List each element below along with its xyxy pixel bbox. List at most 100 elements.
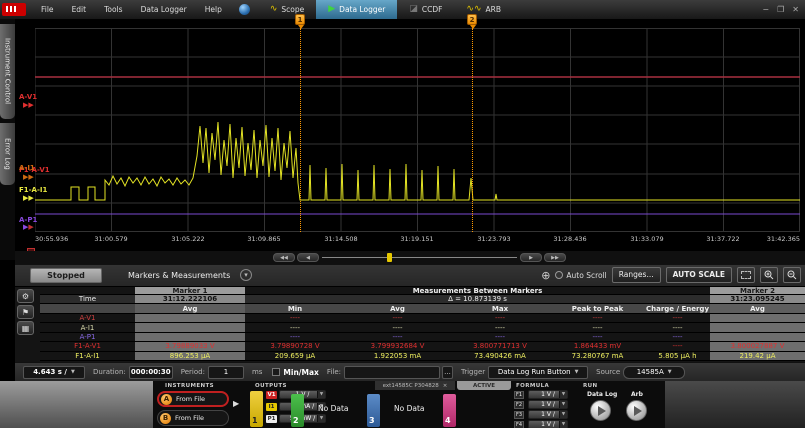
period-field[interactable]: 1 xyxy=(208,366,244,379)
auto-scroll-toggle[interactable]: Auto Scroll xyxy=(555,271,606,280)
close-button[interactable]: ✕ xyxy=(792,5,799,14)
pan-prev-button[interactable]: ◀ xyxy=(297,253,319,262)
datalog-file-tab[interactable]: ext14585C P304828 × xyxy=(375,381,455,390)
tab-arb[interactable]: ∿∿ ARB xyxy=(454,0,513,19)
marker2-handle[interactable]: 2 xyxy=(467,14,477,25)
zoom-box-button[interactable] xyxy=(737,267,755,283)
trace-label-a-i1[interactable]: A-I1 xyxy=(19,164,35,172)
pan-last-button[interactable]: ▶▶ xyxy=(544,253,566,262)
time-label: Time xyxy=(40,295,135,303)
menu-edit[interactable]: Edit xyxy=(63,5,96,14)
minmax-checkbox[interactable] xyxy=(272,368,280,376)
trace-label-f1-a-i1[interactable]: F1-A-I1 xyxy=(19,186,47,194)
table-row-f1-a-v1[interactable]: F1-A-V1 3.79889033 V 3.79890728 V 3.7999… xyxy=(40,342,805,351)
f1-a-i1-pointer-icon[interactable]: ▶▶ xyxy=(23,195,34,202)
formula-f4-dropdown[interactable]: 1 V /▼ xyxy=(528,420,568,428)
duration-field[interactable]: 000:00:30 xyxy=(129,366,173,379)
formula-f4-badge[interactable]: F4 xyxy=(514,421,524,428)
expand-arrow-icon[interactable]: ▶ xyxy=(233,399,239,408)
formula-f2-dropdown[interactable]: 1 V /▼ xyxy=(528,400,568,409)
tab-scope-label: Scope xyxy=(281,5,304,14)
instrument-a-button[interactable]: A From File xyxy=(157,391,229,407)
benchvue-icon[interactable] xyxy=(239,4,250,15)
trace-label-a-v1[interactable]: A-V1 xyxy=(19,93,37,101)
tab-ccdf[interactable]: ◪ CCDF xyxy=(397,0,454,19)
datalog-run-label: Data Log xyxy=(587,391,617,398)
menu-tools[interactable]: Tools xyxy=(95,5,131,14)
source-dropdown[interactable]: 14585A▼ xyxy=(623,366,685,379)
chevron-down-icon: ▼ xyxy=(317,415,325,422)
chevron-down-icon[interactable]: ▾ xyxy=(240,269,252,281)
marker2-line[interactable] xyxy=(472,28,473,232)
sidebar-tab-error-log[interactable]: Error Log xyxy=(0,123,15,185)
row-name: F1-A-V1 xyxy=(40,342,135,350)
formula-f2-badge[interactable]: F2 xyxy=(514,401,524,409)
timebase-dropdown[interactable]: 4.643 s /▼ xyxy=(23,366,85,379)
zoom-out-button[interactable] xyxy=(783,267,801,283)
formula-f1-badge[interactable]: F1 xyxy=(514,391,524,399)
channel2-status: No Data xyxy=(318,404,349,413)
cell-charge: ---- xyxy=(645,323,710,331)
active-tab[interactable]: ACTIVE xyxy=(457,381,511,390)
cell-charge: 5.805 µA h xyxy=(645,352,710,360)
plot-region[interactable]: 1 2 xyxy=(35,28,800,232)
marker1-line[interactable] xyxy=(300,28,301,232)
table-row-a-i1[interactable]: A-I1 ---- ---- ---- ---- ---- xyxy=(40,323,805,332)
menu-data-logger[interactable]: Data Logger xyxy=(132,5,196,14)
keysight-logo-icon xyxy=(2,3,26,16)
pan-thumb[interactable] xyxy=(387,253,392,262)
maximize-button[interactable]: ❐ xyxy=(777,5,784,14)
x-tick: 31:00.579 xyxy=(94,235,127,243)
markers-icon[interactable]: ⚑ xyxy=(17,305,34,319)
crosshair-icon[interactable]: ⊕ xyxy=(541,269,550,282)
auto-scale-button[interactable]: AUTO SCALE xyxy=(666,267,732,283)
datalog-play-button[interactable] xyxy=(590,400,611,421)
instrument-b-button[interactable]: B From File xyxy=(157,410,229,426)
pan-first-button[interactable]: ◀◀ xyxy=(273,253,295,262)
stopped-button[interactable]: Stopped xyxy=(30,268,102,283)
cell-m1 xyxy=(135,314,245,322)
tab-scope[interactable]: ∿ Scope xyxy=(258,0,316,19)
zoom-in-button[interactable] xyxy=(760,267,778,283)
duration-label: Duration: xyxy=(93,368,126,376)
a-p1-pointer-icon[interactable]: ▶▶ xyxy=(23,224,34,231)
instrument-b-badge: B xyxy=(160,413,171,424)
formula-f3-badge[interactable]: F3 xyxy=(514,411,524,419)
chevron-down-icon: ▼ xyxy=(559,401,567,408)
chevron-down-icon: ▼ xyxy=(668,369,672,375)
marker1-avg-header: Avg xyxy=(135,304,245,313)
minimize-button[interactable]: − xyxy=(762,5,769,14)
sidebar-tab-instrument-control[interactable]: Instrument Control xyxy=(0,24,15,119)
measurements-table: Marker 1 Measurements Between Markers Ma… xyxy=(40,287,805,362)
trigger-dropdown[interactable]: Data Log Run Button▼ xyxy=(488,366,588,379)
table-row-f1-a-i1[interactable]: F1-A-I1 896.253 µA 209.659 µA 1.922053 m… xyxy=(40,352,805,361)
formula-f1-dropdown[interactable]: 1 V /▼ xyxy=(528,390,568,399)
table-row-a-p1[interactable]: A-P1 ---- ---- ---- ---- ---- xyxy=(40,333,805,342)
close-icon[interactable]: × xyxy=(443,383,448,389)
cell-m1 xyxy=(135,333,245,341)
source-label: Source xyxy=(596,368,620,376)
channel4-number: 4 xyxy=(445,416,451,425)
menu-help[interactable]: Help xyxy=(196,5,231,14)
a-i1-pointer-icon[interactable]: ▶▶ xyxy=(23,174,34,181)
grid-view-icon[interactable]: ▦ xyxy=(17,321,34,335)
arb-play-button[interactable] xyxy=(626,400,647,421)
tab-data-logger[interactable]: ▶ Data Logger xyxy=(316,0,397,19)
channel1-v-badge: V1 xyxy=(266,391,277,399)
menu-file[interactable]: File xyxy=(32,5,63,14)
marker1-handle[interactable]: 1 xyxy=(295,14,305,25)
browse-button[interactable]: ... xyxy=(442,366,453,379)
play-icon: ▶ xyxy=(328,5,335,14)
pan-track[interactable] xyxy=(322,257,517,258)
a-v1-pointer-icon[interactable]: ▶▶ xyxy=(23,102,34,109)
pan-next-button[interactable]: ▶ xyxy=(520,253,542,262)
tab-arb-label: ARB xyxy=(486,5,502,14)
tools-icon[interactable]: ⚙ xyxy=(17,289,34,303)
table-row-a-v1[interactable]: A-V1 ---- ---- ---- ---- ---- xyxy=(40,314,805,323)
arb-run-label: Arb xyxy=(631,391,643,398)
formula-f3-dropdown[interactable]: 1 V /▼ xyxy=(528,410,568,419)
ranges-button[interactable]: Ranges... xyxy=(612,267,661,283)
formula-f3-value: 1 V / xyxy=(541,411,555,418)
file-field[interactable] xyxy=(344,366,440,379)
cell-avg: 3.799932684 V xyxy=(345,342,450,350)
